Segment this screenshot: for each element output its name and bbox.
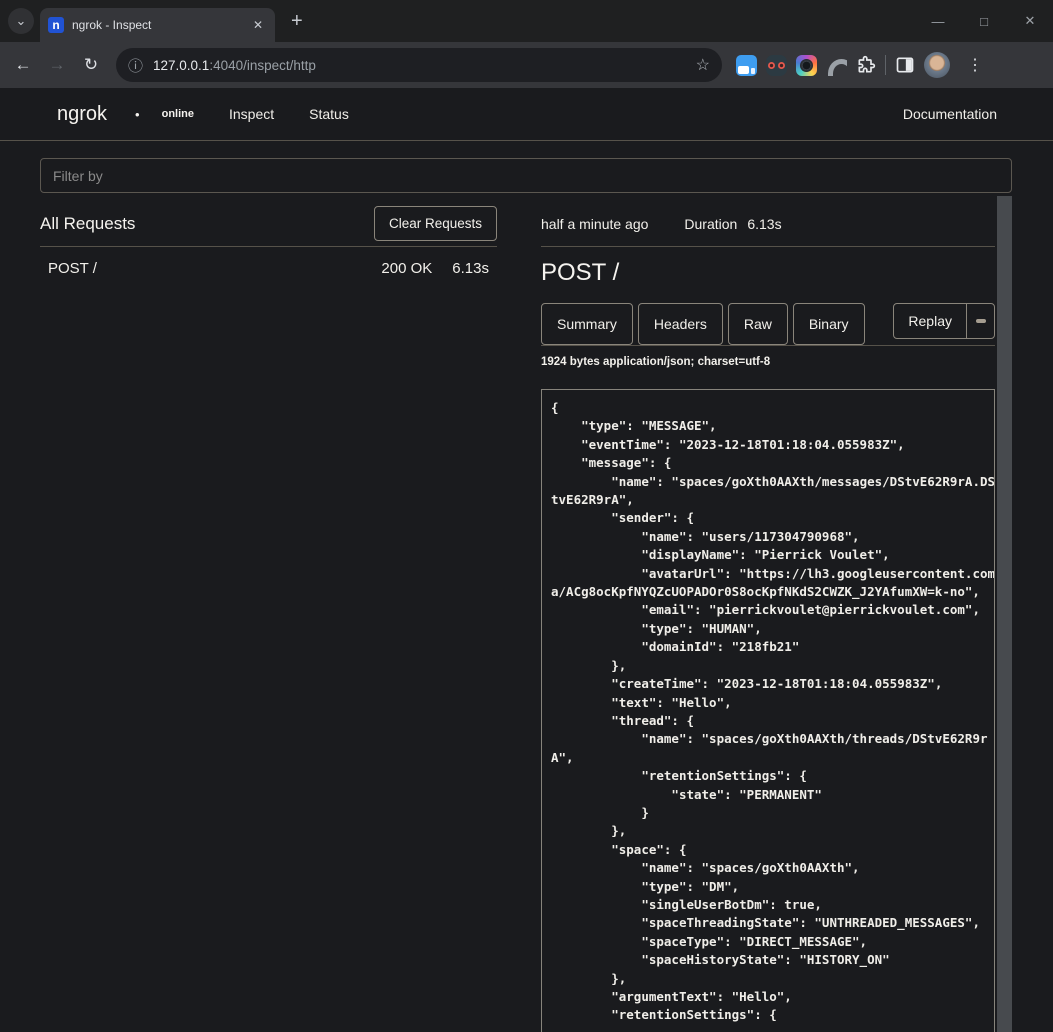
address-bar[interactable]: ⓘ 127.0.0.1:4040/inspect/http ☆ <box>116 48 722 82</box>
tab-binary[interactable]: Binary <box>793 303 865 345</box>
url-text[interactable]: 127.0.0.1:4040/inspect/http <box>153 58 686 73</box>
toolbar-separator <box>885 55 886 75</box>
request-duration: 6.13s <box>452 260 489 277</box>
request-detail-panel: half a minute ago Duration 6.13s POST / … <box>541 201 995 1032</box>
clear-requests-button[interactable]: Clear Requests <box>374 206 497 241</box>
duration-value: 6.13s <box>747 216 781 232</box>
camera-extension-icon[interactable] <box>796 55 817 76</box>
url-host: 127.0.0.1 <box>153 58 209 73</box>
ngrok-favicon: n <box>48 17 64 33</box>
time-ago: half a minute ago <box>541 216 648 232</box>
request-list-panel: All Requests Clear Requests POST / 200 O… <box>40 201 497 1032</box>
extensions-area: ⋮ <box>736 52 991 78</box>
ngrok-brand[interactable]: ngrok <box>57 103 107 126</box>
side-panel-icon[interactable] <box>895 55 915 75</box>
response-body-box: { "type": "MESSAGE", "eventTime": "2023-… <box>541 389 995 1032</box>
reload-button[interactable]: ↻ <box>74 48 108 82</box>
robot-extension-icon[interactable] <box>766 55 787 76</box>
bookmark-star-icon[interactable]: ☆ <box>696 55 710 75</box>
tab-close-icon[interactable]: ✕ <box>249 16 267 34</box>
detail-divider <box>541 246 995 247</box>
response-body-json: { "type": "MESSAGE", "eventTime": "2023-… <box>551 399 995 1025</box>
tab-summary[interactable]: Summary <box>541 303 633 345</box>
tab-raw[interactable]: Raw <box>728 303 788 345</box>
tab-title: ngrok - Inspect <box>72 18 241 32</box>
tab-search-button[interactable]: ⌄ <box>8 8 34 34</box>
duration-label: Duration <box>684 216 737 232</box>
browser-menu-icon[interactable]: ⋮ <box>959 55 991 75</box>
replay-dropdown-icon[interactable] <box>966 304 994 338</box>
panel-scrollbar[interactable] <box>997 196 1012 1032</box>
blue-extension-icon[interactable] <box>736 55 757 76</box>
minimize-button[interactable]: — <box>915 0 961 42</box>
profile-avatar[interactable] <box>924 52 950 78</box>
forward-button[interactable]: → <box>40 48 74 82</box>
close-button[interactable]: ✕ <box>1007 0 1053 42</box>
back-button[interactable]: ← <box>6 48 40 82</box>
nav-link-inspect[interactable]: Inspect <box>229 106 274 122</box>
detail-title: POST / <box>541 259 995 287</box>
request-status: 200 OK <box>381 260 432 277</box>
maximize-button[interactable]: □ <box>961 0 1007 42</box>
detail-tabs: Summary Headers Raw Binary Replay <box>541 303 995 346</box>
ngrok-navbar: ngrok • online Inspect Status Documentat… <box>0 88 1053 141</box>
replay-split-button: Replay <box>893 303 995 339</box>
content-area: All Requests Clear Requests POST / 200 O… <box>0 141 1053 1032</box>
new-tab-button[interactable]: + <box>285 10 309 33</box>
url-path: :4040/inspect/http <box>209 58 316 73</box>
nav-link-documentation[interactable]: Documentation <box>903 106 997 122</box>
browser-titlebar: ⌄ n ngrok - Inspect ✕ + — □ ✕ <box>0 0 1053 42</box>
tab-headers[interactable]: Headers <box>638 303 723 345</box>
browser-tab[interactable]: n ngrok - Inspect ✕ <box>40 8 275 42</box>
arc-extension-icon[interactable] <box>826 55 847 76</box>
window-controls: — □ ✕ <box>915 0 1053 42</box>
extensions-puzzle-icon[interactable] <box>856 55 876 75</box>
filter-input[interactable] <box>40 158 1012 193</box>
chevron-down-icon: ⌄ <box>16 13 27 29</box>
ngrok-page: ngrok • online Inspect Status Documentat… <box>0 88 1053 1032</box>
site-info-icon[interactable]: ⓘ <box>128 55 143 76</box>
body-meta: 1924 bytes application/json; charset=utf… <box>541 356 995 368</box>
browser-toolbar: ← → ↻ ⓘ 127.0.0.1:4040/inspect/http ☆ ⋮ <box>0 42 1053 88</box>
replay-button[interactable]: Replay <box>894 304 966 338</box>
nav-link-status[interactable]: Status <box>309 106 349 122</box>
status-dot: • <box>135 107 140 122</box>
request-method-path: POST / <box>48 260 381 277</box>
request-row[interactable]: POST / 200 OK 6.13s <box>40 247 497 290</box>
online-status: online <box>162 108 194 120</box>
all-requests-title: All Requests <box>40 214 135 234</box>
